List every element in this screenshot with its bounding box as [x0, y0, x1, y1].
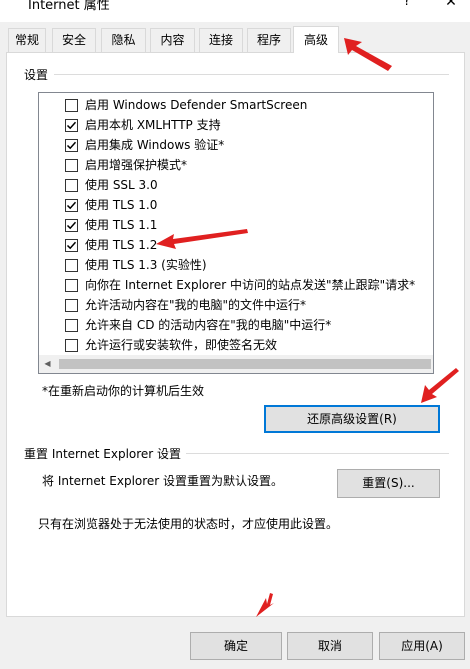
cancel-button[interactable]: 取消	[287, 632, 373, 660]
checkbox-checked-icon[interactable]	[65, 239, 78, 252]
setting-item-label: 使用 SSL 3.0	[85, 178, 158, 192]
checkbox-unchecked-icon[interactable]	[65, 259, 78, 272]
setting-item-label: 启用 Windows Defender SmartScreen	[85, 98, 308, 112]
checkbox-unchecked-icon[interactable]	[65, 319, 78, 332]
window-title: Internet 属性	[28, 0, 110, 13]
settings-group-line	[54, 74, 449, 75]
setting-item-label: 向你在 Internet Explorer 中访问的站点发送"禁止跟踪"请求*	[85, 278, 416, 292]
reset-group-label: 重置 Internet Explorer 设置	[24, 445, 186, 462]
checkbox-unchecked-icon[interactable]	[65, 339, 78, 352]
setting-item-label: 允许来自 CD 的活动内容在"我的电脑"中运行*	[85, 318, 332, 332]
setting-item-label: 允许运行或安装软件，即使签名无效	[85, 338, 278, 352]
help-button[interactable]: ?	[396, 0, 418, 16]
checkbox-checked-icon[interactable]	[65, 219, 78, 232]
setting-item-label: 启用本机 XMLHTTP 支持	[85, 118, 221, 132]
checkbox-checked-icon[interactable]	[65, 199, 78, 212]
close-button[interactable]: ✕	[440, 0, 462, 16]
reset-button[interactable]: 重置(S)...	[337, 469, 440, 498]
checkbox-unchecked-icon[interactable]	[65, 279, 78, 292]
checkbox-unchecked-icon[interactable]	[65, 99, 78, 112]
setting-item-label: 使用 TLS 1.1	[85, 218, 158, 232]
tab-bar: 常规 安全 隐私 内容 连接 程序 高级	[0, 26, 470, 53]
tab-security[interactable]: 安全	[52, 28, 96, 52]
reset-group-line	[186, 453, 449, 454]
checkbox-unchecked-icon[interactable]	[65, 299, 78, 312]
tab-advanced[interactable]: 高级	[293, 26, 339, 53]
setting-item-label: 启用增强保护模式*	[85, 158, 188, 172]
checkbox-checked-icon[interactable]	[65, 139, 78, 152]
ok-button[interactable]: 确定	[190, 632, 282, 660]
settings-list[interactable]: 启用 Windows Defender SmartScreen 启用本机 XMLH…	[38, 92, 434, 374]
checkbox-unchecked-icon[interactable]	[65, 179, 78, 192]
title-bar: Internet 属性 ? ✕	[0, 0, 470, 22]
setting-item-label: 启用集成 Windows 验证*	[85, 138, 225, 152]
horizontal-scrollbar[interactable]: ◀ ▶	[39, 355, 433, 373]
setting-item-label: 允许活动内容在"我的电脑"的文件中运行*	[85, 298, 307, 312]
tab-programs[interactable]: 程序	[247, 28, 291, 52]
scroll-left-icon[interactable]: ◀	[39, 355, 56, 372]
setting-item-label: 使用 TLS 1.2	[85, 238, 158, 252]
tab-content[interactable]: 内容	[150, 28, 195, 52]
apply-button[interactable]: 应用(A)	[379, 632, 465, 660]
restart-note: *在重新启动你的计算机后生效	[42, 384, 205, 398]
reset-description: 将 Internet Explorer 设置重置为默认设置。	[42, 474, 284, 488]
restore-advanced-settings-button[interactable]: 还原高级设置(R)	[264, 405, 440, 433]
settings-group-label: 设置	[24, 66, 53, 83]
checkbox-unchecked-icon[interactable]	[65, 159, 78, 172]
tab-privacy[interactable]: 隐私	[101, 28, 146, 52]
horizontal-scroll-thumb[interactable]	[59, 359, 431, 369]
checkbox-checked-icon[interactable]	[65, 119, 78, 132]
tab-general[interactable]: 常规	[8, 28, 46, 52]
reset-note: 只有在浏览器处于无法使用的状态时，才应使用此设置。	[38, 517, 339, 531]
tab-connections[interactable]: 连接	[199, 28, 243, 52]
setting-item-label: 使用 TLS 1.0	[85, 198, 158, 212]
setting-item-label: 使用 TLS 1.3 (实验性)	[85, 258, 207, 272]
